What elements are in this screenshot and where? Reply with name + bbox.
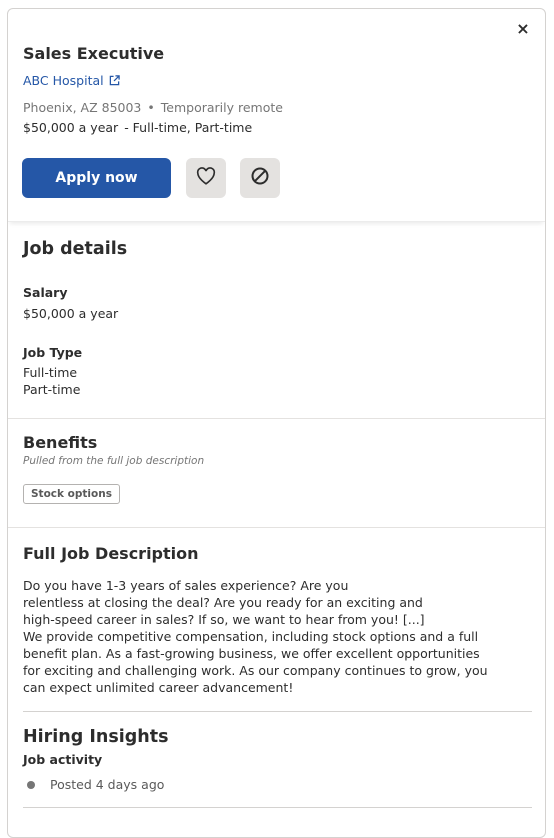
job-title: Sales Executive xyxy=(23,44,165,63)
bullet-icon xyxy=(27,781,35,789)
description-line: high-speed career in sales? If so, we wa… xyxy=(23,612,425,627)
job-detail-panel: × Sales Executive ABC Hospital Phoenix, … xyxy=(7,8,546,838)
description-text: Do you have 1-3 years of sales experienc… xyxy=(23,577,488,696)
job-details-title: Job details xyxy=(23,239,128,259)
location-line: Phoenix, AZ 85003 • Temporarily remote xyxy=(23,100,283,115)
job-type-label: Job Type xyxy=(23,345,83,360)
not-interested-button[interactable] xyxy=(240,158,280,198)
description-line: relentless at closing the deal? Are you … xyxy=(23,595,423,610)
job-type-part-time: Part-time xyxy=(23,382,81,397)
posted-date: Posted 4 days ago xyxy=(50,777,165,792)
apply-now-button[interactable]: Apply now xyxy=(22,158,171,198)
description-line: benefit plan. As a fast-growing business… xyxy=(23,646,480,661)
salary-text: $50,000 a year xyxy=(23,120,119,135)
ban-icon xyxy=(250,166,270,190)
salary-value: $50,000 a year xyxy=(23,306,119,321)
description-line: for exciting and challenging work. As ou… xyxy=(23,663,488,678)
company-link[interactable]: ABC Hospital xyxy=(23,73,120,88)
job-activity-label: Job activity xyxy=(23,752,103,767)
divider xyxy=(23,711,532,712)
company-name: ABC Hospital xyxy=(23,73,104,88)
benefits-note: Pulled from the full job description xyxy=(23,455,205,467)
job-type-full-time: Full-time xyxy=(23,365,78,380)
benefits-title: Benefits xyxy=(23,433,98,452)
hiring-insights-title: Hiring Insights xyxy=(23,727,169,747)
benefits-section: Benefits Pulled from the full job descri… xyxy=(8,419,545,528)
description-title: Full Job Description xyxy=(23,544,199,563)
job-details-section: Job details Salary $50,000 a year Job Ty… xyxy=(8,222,545,419)
salary-line: $50,000 a year - Full-time, Part-time xyxy=(23,120,252,135)
separator: • xyxy=(147,100,155,115)
benefit-tag: Stock options xyxy=(23,484,120,504)
save-job-button[interactable] xyxy=(186,158,226,198)
job-header: × Sales Executive ABC Hospital Phoenix, … xyxy=(8,9,545,222)
description-line: can expect unlimited career advancement! xyxy=(23,680,294,695)
job-location: Phoenix, AZ 85003 xyxy=(23,100,142,115)
heart-icon xyxy=(196,167,216,189)
job-types-text: - Full-time, Part-time xyxy=(124,120,253,135)
description-line: Do you have 1-3 years of sales experienc… xyxy=(23,578,349,593)
remote-status: Temporarily remote xyxy=(160,100,283,115)
close-button[interactable]: × xyxy=(515,21,531,37)
description-section: Full Job Description Do you have 1-3 yea… xyxy=(8,528,545,718)
description-line: We provide competitive compensation, inc… xyxy=(23,629,479,644)
salary-label: Salary xyxy=(23,285,68,300)
close-icon: × xyxy=(516,19,530,38)
external-link-icon xyxy=(109,75,120,86)
divider xyxy=(23,807,532,808)
